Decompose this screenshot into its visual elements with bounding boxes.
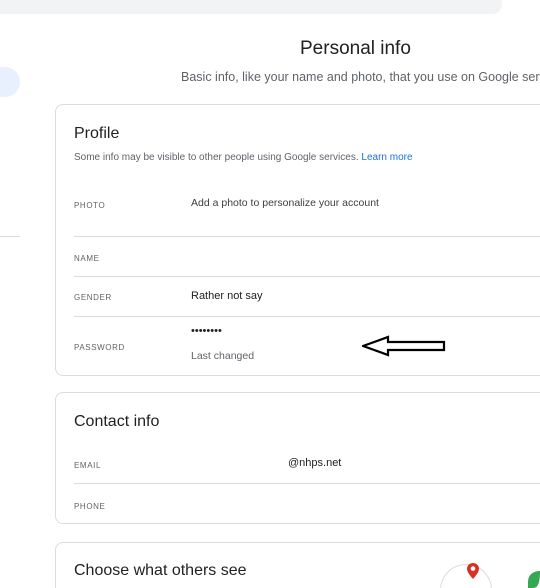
phone-row[interactable]: PHONE: [74, 484, 540, 523]
email-row[interactable]: EMAIL @nhps.net: [74, 445, 540, 484]
contact-card-title: Contact info: [74, 413, 160, 430]
others-card-title: Choose what others see: [74, 562, 247, 579]
learn-more-link[interactable]: Learn more: [361, 152, 412, 163]
phone-label: PHONE: [74, 502, 106, 511]
search-bar[interactable]: [0, 0, 502, 14]
email-value: @nhps.net: [288, 457, 342, 469]
name-label: NAME: [74, 254, 100, 263]
profile-description-text: Some info may be visible to other people…: [74, 152, 359, 163]
password-last-changed: Last changed: [191, 350, 255, 362]
profile-card-title: Profile: [74, 125, 120, 142]
personal-info-page: Personal info Basic info, like your name…: [0, 0, 540, 588]
sidebar-item-active[interactable]: [0, 67, 20, 97]
contact-info-card: Contact info EMAIL @nhps.net PHONE: [55, 392, 540, 524]
left-arrow-icon: [362, 335, 446, 357]
page-subtitle: Basic info, like your name and photo, th…: [181, 70, 540, 84]
photo-label: PHOTO: [74, 201, 106, 210]
photo-row[interactable]: PHOTO Add a photo to personalize your ac…: [74, 177, 540, 237]
password-label: PASSWORD: [74, 343, 125, 352]
password-value: ••••••••: [191, 325, 222, 337]
page-title: Personal info: [300, 38, 411, 59]
gender-value: Rather not say: [191, 290, 263, 302]
email-label: EMAIL: [74, 461, 102, 470]
photo-value: Add a photo to personalize your account: [191, 197, 379, 209]
sidebar-divider: [0, 236, 20, 237]
gender-row[interactable]: GENDER Rather not say: [74, 277, 540, 317]
profile-card: Profile Some info may be visible to othe…: [55, 104, 540, 376]
map-pin-icon: [467, 563, 479, 579]
profile-card-description: Some info may be visible to other people…: [74, 152, 413, 163]
name-row[interactable]: NAME: [74, 237, 540, 277]
leaf-icon: [528, 571, 540, 588]
gender-label: GENDER: [74, 293, 112, 302]
password-row[interactable]: PASSWORD •••••••• Last changed: [74, 317, 540, 375]
